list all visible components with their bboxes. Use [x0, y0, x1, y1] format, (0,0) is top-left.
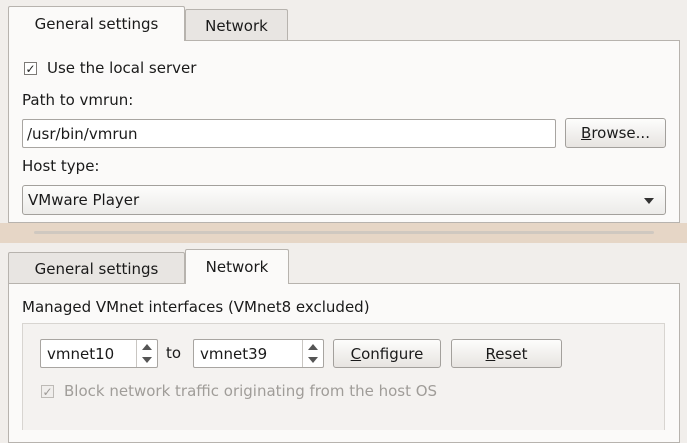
check-icon: ✓: [25, 61, 36, 76]
path-to-vmrun-label: Path to vmrun:: [22, 91, 134, 109]
tab-general-settings-bottom[interactable]: General settings: [8, 252, 185, 284]
browse-label: Browse...: [581, 124, 650, 142]
tab-label: Network: [205, 258, 269, 276]
tab-label: Network: [205, 16, 268, 35]
spin-down-icon[interactable]: [308, 357, 318, 363]
panel-separator: [0, 223, 687, 243]
tab-general-settings-top[interactable]: General settings: [8, 6, 185, 41]
tab-label: General settings: [34, 15, 159, 33]
use-local-server-label: Use the local server: [47, 59, 197, 77]
vmrun-path-value: /usr/bin/vmrun: [27, 124, 138, 143]
spinner-buttons[interactable]: [302, 340, 323, 367]
vmnet-range-end-spinner[interactable]: vmnet39: [193, 339, 324, 368]
vmnet-group-title: Managed VMnet interfaces (VMnet8 exclude…: [22, 298, 370, 316]
browse-button[interactable]: Browse...: [565, 118, 666, 148]
host-type-value: VMware Player: [28, 191, 140, 209]
vmnet-range-start-spinner[interactable]: vmnet10: [40, 339, 158, 368]
tab-network-bottom[interactable]: Network: [185, 249, 289, 284]
block-traffic-label: Block network traffic originating from t…: [64, 382, 438, 400]
host-type-label: Host type:: [22, 157, 100, 175]
range-to-label: to: [166, 344, 182, 362]
configure-label: Configure: [350, 344, 424, 363]
reset-label: Reset: [485, 344, 528, 363]
separator-line: [34, 231, 654, 234]
spin-down-icon[interactable]: [142, 357, 152, 363]
block-traffic-checkbox: ✓: [41, 385, 54, 398]
configure-button[interactable]: Configure: [333, 339, 441, 368]
spin-up-icon[interactable]: [142, 344, 152, 350]
tab-label: General settings: [34, 259, 159, 278]
chevron-down-icon: [644, 198, 654, 204]
range-end-value: vmnet39: [200, 344, 268, 363]
spinner-buttons[interactable]: [136, 340, 157, 367]
reset-button[interactable]: Reset: [451, 339, 562, 368]
range-start-value: vmnet10: [47, 344, 115, 363]
tab-network-top[interactable]: Network: [185, 9, 288, 41]
use-local-server-checkbox[interactable]: ✓: [24, 62, 37, 75]
check-icon: ✓: [42, 384, 53, 399]
host-type-select[interactable]: VMware Player: [22, 185, 666, 215]
spin-up-icon[interactable]: [308, 344, 318, 350]
vmrun-path-input[interactable]: /usr/bin/vmrun: [22, 119, 556, 148]
